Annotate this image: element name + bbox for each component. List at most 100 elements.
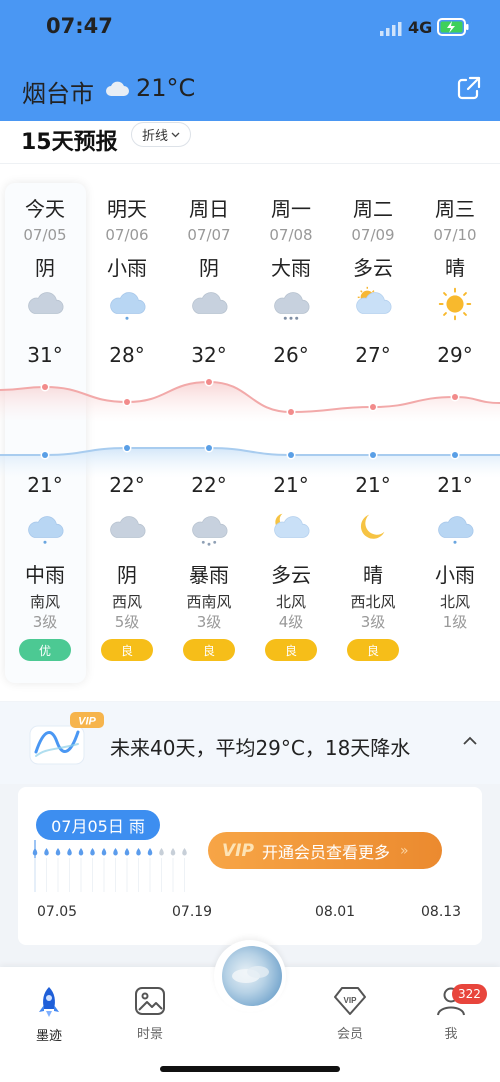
- sky-photo-image[interactable]: [222, 946, 282, 1006]
- wind-direction: 北风: [439, 593, 470, 611]
- nav-label: 我: [444, 1027, 458, 1042]
- day-name: 周日: [189, 197, 229, 221]
- chevrons-right-icon: »: [399, 842, 409, 859]
- chevron-down-icon: [171, 132, 180, 137]
- night-condition: 中雨: [25, 563, 65, 587]
- nav-moji[interactable]: 墨迹: [19, 985, 79, 1044]
- rain-drop: [124, 848, 130, 856]
- day-condition: 阴: [199, 256, 219, 280]
- x-axis-label: 08.01: [315, 904, 356, 920]
- chevron-up-icon[interactable]: [462, 735, 478, 747]
- day-date: 07/06: [105, 226, 149, 244]
- heavy-rain-icon: [274, 292, 310, 320]
- wind-direction: 西北风: [350, 593, 396, 611]
- day-condition: 晴: [445, 256, 465, 280]
- rain-drop: [170, 848, 176, 856]
- day-name: 今天: [25, 197, 65, 221]
- sun-icon: [438, 287, 472, 321]
- current-temperature: 21°C: [136, 74, 196, 102]
- day-date: 07/10: [433, 226, 477, 244]
- rocket-icon: [39, 987, 59, 1017]
- night-condition: 阴: [117, 563, 137, 587]
- nav-label: 时景: [136, 1027, 163, 1042]
- high-temp-point-core: [288, 409, 294, 415]
- day-condition: 阴: [35, 256, 55, 280]
- signal-icon: [380, 22, 402, 36]
- share-icon[interactable]: [456, 75, 482, 101]
- low-temp-point-core: [288, 452, 294, 458]
- vip-tag: VIP: [78, 716, 96, 728]
- day-name: 周三: [435, 197, 475, 221]
- day-name: 周一: [271, 197, 311, 221]
- x-axis-label: 07.05: [37, 904, 78, 920]
- rainstorm-icon: [192, 516, 228, 546]
- high-temp-point-core: [206, 379, 212, 385]
- rain-icon: [28, 516, 64, 544]
- aqi-badge: 良: [183, 639, 235, 661]
- notification-badge: 322: [452, 984, 487, 1004]
- svg-text:VIP: VIP: [344, 996, 358, 1005]
- rain-drop: [90, 848, 95, 856]
- view-toggle-button[interactable]: 折线: [131, 122, 191, 147]
- cloud-icon: [106, 81, 129, 96]
- photo-icon: [135, 987, 165, 1015]
- x-axis-label: 08.13: [421, 904, 462, 920]
- trend-chart-icon: VIP: [29, 712, 104, 765]
- aqi-badge: 良: [101, 639, 153, 661]
- wind-level: 3级: [360, 613, 386, 631]
- day-name: 周二: [353, 197, 393, 221]
- wind-level: 3级: [196, 613, 222, 631]
- low-temp-point-core: [124, 445, 130, 451]
- day-condition: 小雨: [107, 256, 147, 280]
- rain-drop: [67, 848, 72, 856]
- aqi-badge: 优: [19, 639, 71, 661]
- moon-icon: [360, 514, 385, 539]
- rain-drop: [136, 848, 141, 856]
- day-date: 07/05: [23, 226, 67, 244]
- wind-level: 1级: [442, 613, 468, 631]
- network-type: 4G: [408, 18, 433, 37]
- forecast-title: 15天预报: [21, 130, 118, 155]
- wind-direction: 北风: [275, 593, 306, 611]
- rain-drop: [55, 848, 61, 856]
- low-temp-point-core: [206, 445, 212, 451]
- night-condition: 暴雨: [189, 563, 229, 587]
- vip-diamond-icon: VIP: [334, 987, 366, 1015]
- divider: [0, 163, 500, 164]
- vip-logo: VIP: [222, 840, 254, 861]
- rain-icon: [110, 292, 146, 320]
- rain-drop: [182, 848, 187, 856]
- sun-cloud-icon: [356, 286, 392, 314]
- selected-day-pill: 07月05日 雨: [36, 810, 160, 840]
- day-date: 07/09: [351, 226, 395, 244]
- night-condition: 晴: [363, 563, 383, 587]
- night-condition: 多云: [271, 563, 311, 587]
- view-toggle-label: 折线: [141, 129, 168, 144]
- nav-label: 会员: [336, 1027, 363, 1042]
- day-condition: 多云: [353, 256, 393, 280]
- open-vip-button[interactable]: VIP 开通会员查看更多 »: [208, 832, 442, 869]
- city-name[interactable]: 烟台市: [22, 74, 94, 109]
- day-name: 明天: [107, 197, 147, 221]
- low-temp-point-core: [42, 452, 48, 458]
- nav-vip[interactable]: VIP 会员: [320, 985, 380, 1042]
- high-temp-point-core: [452, 394, 458, 400]
- day-condition: 大雨: [271, 256, 311, 280]
- wind-level: 5级: [114, 613, 140, 631]
- rain-drop: [44, 848, 49, 856]
- wind-direction: 西南风: [186, 593, 232, 611]
- rain-drop: [32, 848, 38, 856]
- moon-cloud-icon: [274, 513, 310, 538]
- battery-icon: [437, 18, 469, 36]
- nav-shijing[interactable]: 时景: [120, 985, 180, 1042]
- aqi-badge: 良: [347, 639, 399, 661]
- rain-drop: [78, 848, 84, 856]
- high-temp-point-core: [124, 399, 130, 405]
- rain-icon: [438, 516, 474, 544]
- rain-drop: [159, 848, 164, 856]
- day-date: 07/07: [187, 226, 231, 244]
- low-temp-point-core: [370, 452, 376, 458]
- wind-direction: 西风: [111, 593, 142, 611]
- night-condition: 小雨: [435, 563, 475, 587]
- status-time: 07:47: [46, 14, 113, 38]
